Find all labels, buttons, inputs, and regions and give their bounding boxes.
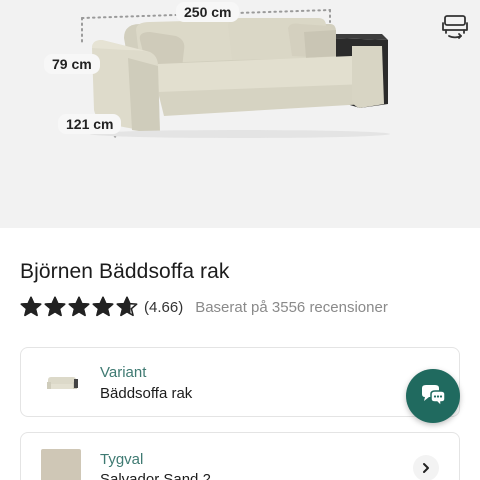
variant-selector[interactable]: Variant Bäddsoffa rak [20, 347, 460, 417]
width-dimension-label: 250 cm [176, 2, 240, 22]
product-rating[interactable]: (4.66) Baserat på 3556 recensioner [20, 296, 388, 318]
height-dimension-label: 79 cm [44, 54, 100, 74]
fabric-swatch [41, 449, 81, 480]
star-icon [44, 296, 66, 317]
fabric-value: Salvador Sand 2 [100, 471, 211, 480]
view-in-room-button[interactable] [440, 12, 470, 42]
star-icon [68, 296, 90, 317]
fabric-label: Tygval [100, 451, 144, 468]
star-icon [20, 296, 42, 317]
rating-score: (4.66) [144, 298, 184, 316]
reviews-count[interactable]: Baserat på 3556 recensioner [195, 299, 388, 316]
variant-thumbnail [47, 377, 78, 389]
sofa-rotate-icon [442, 15, 468, 39]
chevron-right-icon [423, 463, 429, 473]
variant-label: Variant [100, 364, 147, 381]
chat-bubbles-icon [422, 385, 446, 408]
rating-stars [20, 296, 138, 318]
star-icon [116, 296, 138, 317]
chat-button[interactable] [406, 369, 460, 423]
product-image-area[interactable]: 250 cm 79 cm 121 cm [0, 0, 480, 228]
fabric-chevron-button[interactable] [413, 455, 439, 480]
variant-value: Bäddsoffa rak [100, 385, 193, 402]
star-icon [92, 296, 114, 317]
depth-dimension-label: 121 cm [58, 114, 122, 134]
product-title: Björnen Bäddsoffa rak [20, 260, 230, 283]
fabric-selector[interactable]: Tygval Salvador Sand 2 [20, 432, 460, 480]
